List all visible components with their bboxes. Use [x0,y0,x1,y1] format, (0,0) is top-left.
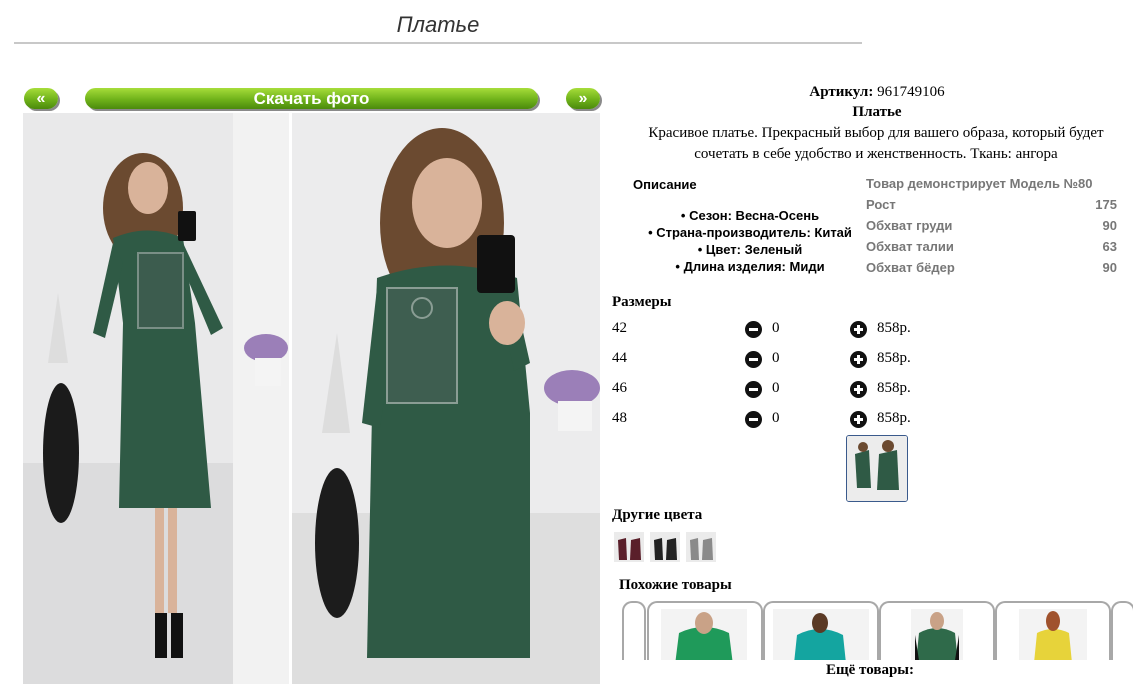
description-heading: Описание [633,177,697,192]
more-products-link[interactable]: Ещё товары: [607,660,1133,684]
article-value: 961749106 [877,84,945,100]
minus-icon[interactable] [745,321,762,338]
color-swatch-burgundy[interactable] [614,532,644,562]
feature-country: • Страна-производитель: Китай [648,225,852,240]
similar-products-heading: Похожие товары [619,577,732,593]
sizes-heading: Размеры [612,294,672,310]
model-label: Обхват бёдер [866,260,955,275]
size-label: 44 [612,350,627,366]
model-label: Рост [866,197,896,212]
page-title: Платье [396,12,480,37]
model-value: 90 [1102,260,1117,275]
plus-icon[interactable] [850,321,867,338]
product-photo-front[interactable] [23,113,289,684]
plus-icon[interactable] [850,351,867,368]
minus-icon[interactable] [745,381,762,398]
model-row-chest: Обхват груди 90 [866,218,1117,233]
model-row-waist: Обхват талии 63 [866,239,1117,254]
swatch-image [614,532,644,562]
next-photo-button[interactable]: » [566,88,600,109]
color-swatch-black[interactable] [650,532,680,562]
price-value: 858р. [877,410,911,426]
quantity-value: 0 [772,350,780,366]
article-line: Артикул: 961749106 [607,84,1133,101]
model-value: 90 [1102,218,1117,233]
plus-icon[interactable] [850,411,867,428]
thumbnail-image [847,436,907,501]
swatch-image [686,532,716,562]
size-row: 48 0 858р. [612,410,942,430]
size-row: 46 0 858р. [612,380,942,400]
model-row-title: Товар демонстрирует Модель №80 [866,176,1117,191]
minus-icon[interactable] [745,351,762,368]
prev-photo-button[interactable]: « [24,88,58,109]
selected-photo-thumbnail[interactable] [846,435,908,502]
size-label: 46 [612,380,627,396]
minus-icon[interactable] [745,411,762,428]
other-colors-heading: Другие цвета [612,507,703,523]
model-row-height: Рост 175 [866,197,1117,212]
feature-season: • Сезон: Весна-Осень [680,208,820,223]
quantity-value: 0 [772,410,780,426]
article-label: Артикул: [809,84,874,100]
size-label: 48 [612,410,627,426]
size-row: 44 0 858р. [612,350,942,370]
size-label: 42 [612,320,627,336]
model-label: Обхват талии [866,239,954,254]
title-divider [14,42,862,44]
quantity-value: 0 [772,320,780,336]
feature-length: • Длина изделия: Миди [675,259,825,274]
model-value: 63 [1102,239,1117,254]
feature-color: • Цвет: Зеленый [697,242,803,257]
price-value: 858р. [877,380,911,396]
color-swatch-gray[interactable] [686,532,716,562]
price-value: 858р. [877,320,911,336]
model-value: 175 [1095,197,1117,212]
plus-icon[interactable] [850,381,867,398]
model-label: Товар демонстрирует Модель №80 [866,176,1093,191]
download-photo-button[interactable]: Скачать фото [85,88,538,109]
price-value: 858р. [877,350,911,366]
product-photo-closeup[interactable] [292,113,600,684]
size-row: 42 0 858р. [612,320,942,340]
model-photo-right [292,113,600,684]
model-label: Обхват груди [866,218,953,233]
quantity-value: 0 [772,380,780,396]
product-description: Красивое платье. Прекрасный выбор для ва… [648,125,1104,162]
model-photo-left [23,113,289,684]
model-row-hips: Обхват бёдер 90 [866,260,1117,275]
product-name: Платье [852,104,902,120]
swatch-image [650,532,680,562]
